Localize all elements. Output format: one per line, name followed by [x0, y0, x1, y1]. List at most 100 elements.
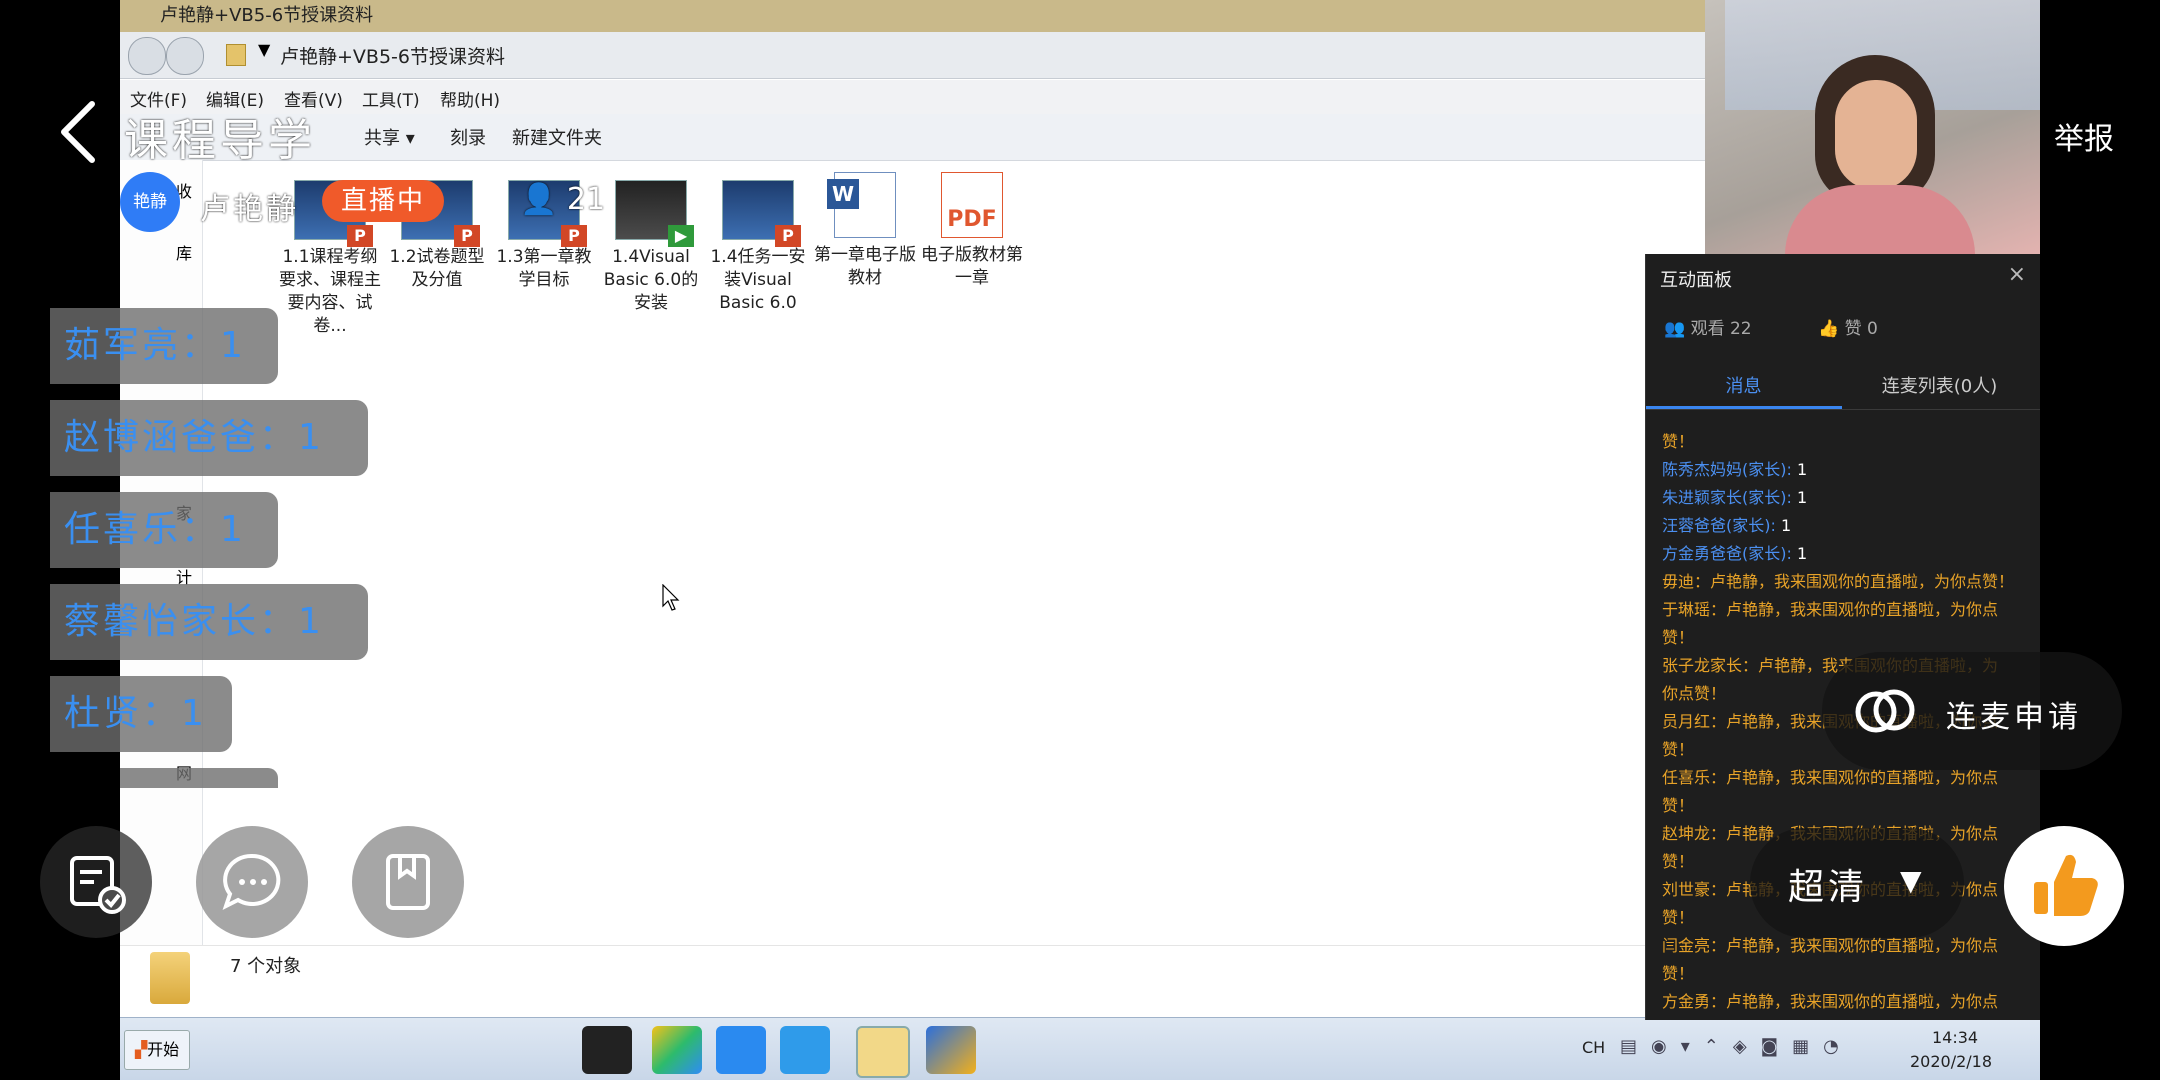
- input-language[interactable]: CH: [1582, 1038, 1605, 1057]
- tab-messages[interactable]: 消息: [1646, 372, 1841, 398]
- homework-button[interactable]: [40, 826, 152, 938]
- page-title: 课程导学: [124, 115, 316, 166]
- clock-date: 2020/2/18: [1910, 1052, 1993, 1071]
- notes-button[interactable]: [352, 826, 464, 938]
- like-button[interactable]: [2004, 826, 2124, 946]
- folder-icon: [226, 44, 246, 66]
- word-file-icon: W: [827, 172, 896, 238]
- like-count-label: 赞 0: [1844, 319, 1878, 339]
- host-name: 卢艳静: [200, 192, 299, 227]
- back-nav-button[interactable]: [128, 37, 166, 75]
- message-content: 赞！: [1662, 796, 1695, 815]
- view-count-label: 观看 22: [1690, 319, 1752, 339]
- app-icon-explorer[interactable]: [856, 1026, 910, 1078]
- host-avatar[interactable]: 艳静: [120, 172, 180, 232]
- file-name: 第一章电子版教材: [814, 245, 916, 288]
- file-item[interactable]: P 1.4任务一安装Visual Basic 6.0: [703, 180, 813, 315]
- address-path[interactable]: 卢艳静+VB5-6节授课资料: [280, 42, 505, 69]
- chat-message: 方金勇：卢艳静，我来围观你的直播啦，为你点: [1662, 988, 1998, 1016]
- chat-message: 赞！: [1662, 428, 1694, 456]
- danmu-comment-partial: [120, 768, 278, 788]
- chat-message: 方金勇爸爸(家长): 1: [1662, 540, 1807, 568]
- windows-logo-icon: ▞: [134, 1040, 148, 1059]
- app-icon-calendar[interactable]: [780, 1026, 830, 1074]
- message-user: 陈秀杰妈妈(家长):: [1662, 460, 1792, 479]
- message-content: 赞！: [1662, 628, 1695, 647]
- share-button[interactable]: 共享 ▾: [364, 124, 415, 150]
- report-button[interactable]: 举报: [2054, 114, 2114, 158]
- chevron-down-icon: ▼: [1900, 864, 1922, 897]
- file-item[interactable]: PDF 电子版教材第一章: [917, 172, 1027, 290]
- tray-icons[interactable]: ▤◉▾⌃◈◙▦◔: [1620, 1036, 1880, 1062]
- file-name: 1.1课程考纲要求、课程主要内容、试卷...: [279, 247, 381, 336]
- person-icon: 👤: [520, 182, 558, 217]
- chat-message: 你点赞！: [1662, 680, 1726, 708]
- chat-message: 赞！: [1662, 848, 1694, 876]
- app-icon-security[interactable]: [926, 1026, 976, 1074]
- chat-message: 赞！: [1662, 792, 1694, 820]
- share-label: 共享: [364, 128, 400, 149]
- viewer-count-value: 21: [566, 182, 606, 217]
- message-value: 1: [1791, 460, 1808, 479]
- teacher-camera: [1705, 0, 2040, 254]
- viewer-count: 👤 21: [520, 182, 605, 217]
- message-user: 朱进颖家长(家长):: [1662, 488, 1792, 507]
- chat-message: 毋迪：卢艳静，我来围观你的直播啦，为你点赞！: [1662, 568, 2014, 596]
- forward-nav-button[interactable]: [166, 37, 204, 75]
- burn-button[interactable]: 刻录: [450, 124, 486, 150]
- link-mic-label: 连麦申请: [1946, 700, 2082, 735]
- quality-selector[interactable]: 超清 ▼: [1750, 828, 1964, 938]
- message-value: 1: [1791, 488, 1808, 507]
- message-content: 方金勇：卢艳静，我来围观你的直播啦，为你点: [1662, 992, 1999, 1011]
- shoulders: [1785, 185, 1975, 254]
- message-value: 1: [1775, 516, 1792, 535]
- file-item[interactable]: W 第一章电子版教材: [810, 172, 920, 290]
- app-icon-video[interactable]: [582, 1026, 632, 1074]
- message-content: 赞！: [1662, 852, 1695, 871]
- chat-message: 赞！: [1662, 624, 1694, 652]
- message-user: 汪蓉爸爸(家长):: [1662, 516, 1776, 535]
- file-name: 1.4Visual Basic 6.0的安装: [603, 247, 699, 313]
- checklist-icon: [70, 856, 126, 914]
- video-file-icon: ▶: [615, 180, 694, 247]
- chat-message: 于琳瑶：卢艳静，我来围观你的直播啦，为你点: [1662, 596, 1998, 624]
- danmu-comment: 赵博涵爸爸：1: [50, 400, 368, 476]
- chat-message: 赞！: [1662, 960, 1694, 988]
- folder-icon: [150, 952, 190, 1004]
- close-icon[interactable]: ×: [2008, 262, 2026, 287]
- message-content: 闫金亮：卢艳静，我来围观你的直播啦，为你点: [1662, 936, 1999, 955]
- chat-message: 陈秀杰妈妈(家长): 1: [1662, 456, 1807, 484]
- chat-button[interactable]: [196, 826, 308, 938]
- message-user: 方金勇爸爸(家长):: [1662, 544, 1792, 563]
- file-item[interactable]: ▶ 1.4Visual Basic 6.0的安装: [596, 180, 706, 315]
- chat-message: 朱进颖家长(家长): 1: [1662, 484, 1807, 512]
- view-count: 👥 观看 22: [1664, 314, 1752, 339]
- chat-message: 赞！: [1662, 904, 1694, 932]
- file-name: 1.4任务一安装Visual Basic 6.0: [710, 247, 806, 313]
- message-value: 1: [1791, 544, 1808, 563]
- ppt-file-icon: P: [722, 180, 801, 247]
- message-content: 赞！: [1662, 740, 1695, 759]
- message-content: 赞！: [1662, 432, 1695, 451]
- dropdown-icon[interactable]: ▼: [258, 40, 270, 59]
- thumbs-up-icon: [2034, 854, 2098, 916]
- danmu-comment: 任喜乐：1: [50, 492, 278, 568]
- live-badge: 直播中: [322, 180, 444, 222]
- start-label: 开始: [147, 1040, 180, 1059]
- new-folder-button[interactable]: 新建文件夹: [512, 124, 602, 150]
- tab-link-list[interactable]: 连麦列表(0人): [1842, 372, 2037, 398]
- link-mic-button[interactable]: 连麦申请: [1822, 652, 2122, 770]
- back-button[interactable]: [52, 96, 100, 168]
- app-icon-player[interactable]: [652, 1026, 702, 1074]
- quality-label: 超清: [1788, 867, 1869, 908]
- menu-help[interactable]: 帮助(H): [440, 86, 500, 111]
- app-icon-feiq[interactable]: [716, 1026, 766, 1074]
- file-name: 电子版教材第一章: [921, 245, 1023, 288]
- windows-taskbar: ▞开始 CH ▤◉▾⌃◈◙▦◔ 14:34 2020/2/18: [120, 1017, 2040, 1080]
- nav-libraries[interactable]: 库: [176, 240, 192, 264]
- clock-time: 14:34: [1932, 1028, 1979, 1047]
- menu-tools[interactable]: 工具(T): [362, 86, 420, 111]
- mouse-cursor-icon: [662, 584, 680, 611]
- face: [1835, 80, 1917, 190]
- start-button[interactable]: ▞开始: [124, 1030, 190, 1070]
